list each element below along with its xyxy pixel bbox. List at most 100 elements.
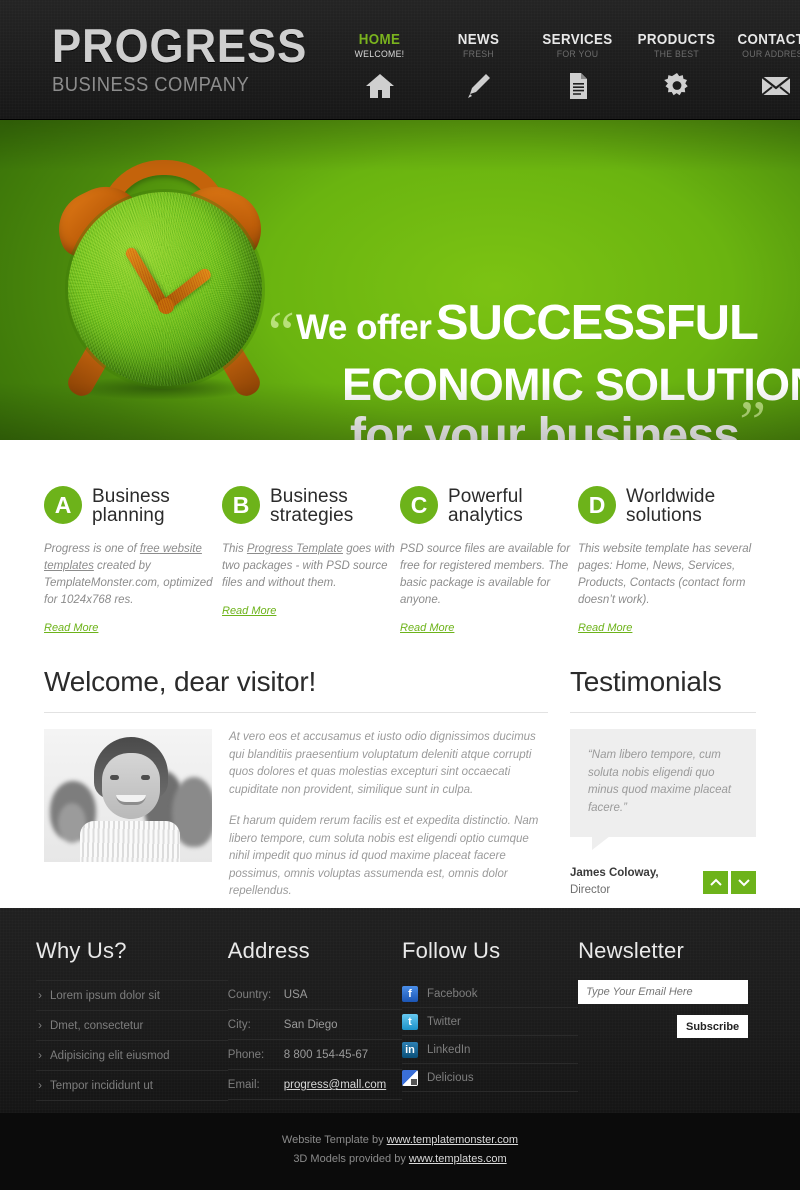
nav-item-subtitle: WELCOME! <box>354 49 405 60</box>
testimonials-block: Testimonials “Nam libero tempore, cum so… <box>569 666 756 901</box>
hero-line1-small: We offer <box>296 308 432 347</box>
social-link-twitter[interactable]: t Twitter <box>401 1008 579 1036</box>
feature-badge: D <box>578 486 616 524</box>
feature-badge: C <box>400 486 438 524</box>
features-row: A Business planning Progress is one of f… <box>0 440 800 636</box>
address-row-city: City: San Diego <box>227 1010 402 1040</box>
list-item[interactable]: Lorem ipsum dolor sit <box>36 980 228 1011</box>
read-more-link[interactable]: Read More <box>44 622 98 634</box>
read-more-link[interactable]: Read More <box>222 605 276 617</box>
address-key: Phone: <box>227 1049 265 1061</box>
list-item[interactable]: Adipisicing elit eiusmod <box>36 1041 228 1071</box>
hero-line3: for your business <box>350 409 740 441</box>
nav-item-contacts[interactable]: CONTACTS OUR ADDRESS <box>726 32 800 101</box>
nav-item-subtitle: THE BEST <box>654 49 699 60</box>
copyright-text-2: 3D Models provided by <box>293 1153 409 1165</box>
feature-body-link[interactable]: Progress Template <box>247 543 343 555</box>
twitter-icon: t <box>401 1014 418 1030</box>
newsletter-email-input[interactable] <box>578 980 749 1004</box>
chevron-up-icon <box>709 878 722 887</box>
address-row-email: Email: progress@mall.com <box>227 1070 402 1100</box>
social-label: Facebook <box>426 988 478 1000</box>
feature-title-line2: solutions <box>626 505 702 526</box>
testimonial-author-role: Director <box>569 884 611 896</box>
templatemonster-link[interactable]: www.templatemonster.com <box>387 1134 518 1146</box>
feature-card-a: A Business planning Progress is one of f… <box>44 486 222 636</box>
testimonial-nav <box>703 870 756 894</box>
read-more-link[interactable]: Read More <box>578 622 632 634</box>
social-link-linkedin[interactable]: in LinkedIn <box>401 1036 579 1064</box>
feature-body-pre: This <box>222 543 247 555</box>
pencil-icon <box>429 71 528 101</box>
address-key: Email: <box>227 1079 260 1091</box>
feature-badge: A <box>44 486 82 524</box>
footer-newsletter: Newsletter Subscribe <box>578 938 764 1113</box>
logo[interactable]: PROGRESS BUSINESS COMPANY <box>52 19 326 97</box>
envelope-icon <box>726 71 800 101</box>
welcome-text: At vero eos et accusamus et iusto odio d… <box>229 729 548 901</box>
list-item[interactable]: Dmet, consectetur <box>36 1011 228 1041</box>
testimonial-quote: “Nam libero tempore, cum soluta nobis el… <box>569 729 756 850</box>
page-root: PROGRESS BUSINESS COMPANY HOME WELCOME! … <box>0 0 800 1190</box>
feature-title-line1: Worldwide <box>626 486 716 507</box>
copyright-line-1: Website Template by www.templatemonster.… <box>0 1131 800 1150</box>
nav-item-news[interactable]: NEWS FRESH <box>429 32 528 101</box>
address-value: San Diego <box>283 1019 338 1031</box>
logo-title: PROGRESS <box>52 19 308 72</box>
feature-body: This website template has several pages:… <box>578 543 752 606</box>
feature-card-b: B Business strategies This Progress Temp… <box>222 486 400 636</box>
welcome-paragraph-1: At vero eos et accusamus et iusto odio d… <box>229 731 536 796</box>
feature-badge: B <box>222 486 260 524</box>
feature-body: Progress is one of free website template… <box>44 541 222 609</box>
hero-line2: ECONOMIC SOLUTIONS <box>342 359 800 410</box>
site-footer: Why Us? Lorem ipsum dolor sit Dmet, cons… <box>0 908 800 1113</box>
facebook-icon: f <box>401 986 418 1002</box>
nav-item-title: CONTACTS <box>737 32 800 48</box>
footer-follow-us: Follow Us f Facebook t Twitter in Linked… <box>401 938 579 1113</box>
linkedin-icon: in <box>401 1042 418 1058</box>
why-us-list: Lorem ipsum dolor sit Dmet, consectetur … <box>36 980 228 1101</box>
home-icon <box>330 71 429 101</box>
nav-item-subtitle: OUR ADDRESS <box>742 49 800 60</box>
social-link-delicious[interactable]: Delicious <box>401 1064 579 1092</box>
feature-title-line2: strategies <box>270 505 354 526</box>
document-icon <box>528 71 627 101</box>
nav-item-title: NEWS <box>457 32 500 48</box>
nav-item-subtitle: FOR YOU <box>556 49 599 60</box>
subscribe-button[interactable]: Subscribe <box>677 1015 749 1038</box>
page-title: Welcome, dear visitor! <box>44 666 317 697</box>
feature-card-d: D Worldwide solutions This website templ… <box>578 486 756 636</box>
copyright-text-1: Website Template by <box>281 1134 387 1146</box>
feature-title-line1: Business <box>92 486 170 507</box>
footer-column-title: Follow Us <box>401 938 501 963</box>
testimonial-prev-button[interactable] <box>703 870 728 894</box>
feature-title-line2: planning <box>92 505 165 526</box>
welcome-photo <box>44 729 212 862</box>
templates-link[interactable]: www.templates.com <box>409 1153 507 1165</box>
nav-item-subtitle: FRESH <box>462 49 494 60</box>
feature-title: Worldwide solutions <box>626 486 715 525</box>
gear-icon <box>627 71 726 101</box>
social-label: Twitter <box>426 1016 461 1028</box>
address-value: 8 800 154-45-67 <box>283 1049 369 1061</box>
list-item[interactable]: Tempor incididunt ut <box>36 1071 228 1101</box>
nav-item-products[interactable]: PRODUCTS THE BEST <box>627 32 726 101</box>
social-link-facebook[interactable]: f Facebook <box>401 980 579 1008</box>
footer-column-title: Address <box>227 938 310 963</box>
nav-item-home[interactable]: HOME WELCOME! <box>330 32 429 101</box>
quote-open-mark: “ <box>268 300 295 366</box>
address-row-country: Country: USA <box>227 980 402 1010</box>
nav-item-services[interactable]: SERVICES FOR YOU <box>528 32 627 101</box>
email-link[interactable]: progress@mall.com <box>284 1079 386 1091</box>
logo-subtitle: BUSINESS COMPANY <box>52 74 250 96</box>
nav-item-title: SERVICES <box>542 32 613 48</box>
chevron-down-icon <box>737 878 750 887</box>
delicious-icon <box>401 1070 418 1086</box>
feature-card-c: C Powerful analytics PSD source files ar… <box>400 486 578 636</box>
read-more-link[interactable]: Read More <box>400 622 454 634</box>
feature-body-pre: Progress is one of <box>44 543 140 555</box>
nav-item-title: HOME <box>358 32 401 48</box>
nav-item-title: PRODUCTS <box>637 32 716 48</box>
feature-title-line1: Powerful <box>448 486 523 507</box>
testimonial-next-button[interactable] <box>731 870 756 894</box>
